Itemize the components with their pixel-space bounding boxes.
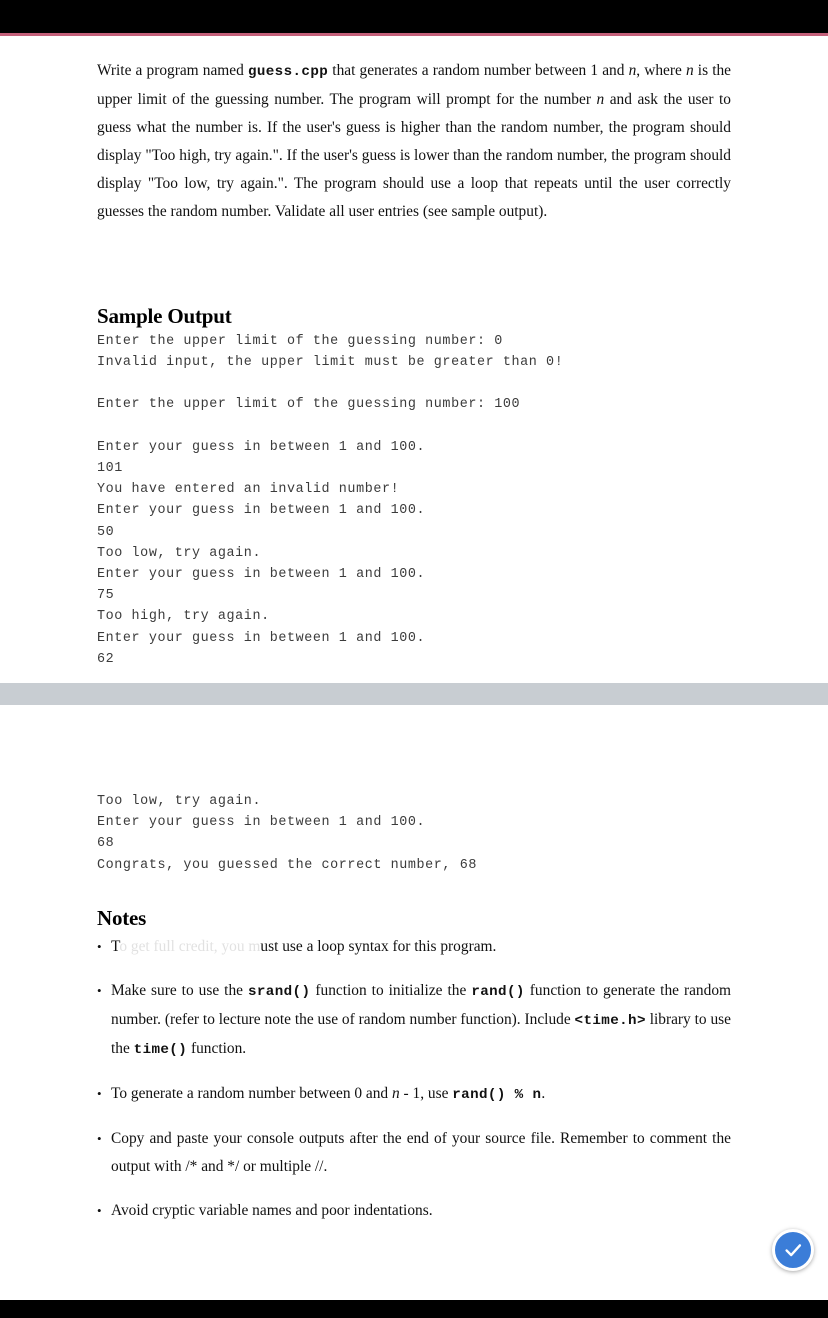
console-line: You have entered an invalid number! [97, 482, 400, 498]
sample-output-console-page2: Too low, try again. Enter your guess in b… [97, 791, 731, 876]
note-text-visible-suffix: ust use a loop syntax for this program. [260, 937, 497, 955]
code-span: time() [133, 1041, 188, 1058]
console-line: 101 [97, 460, 123, 476]
console-line: Enter your guess in between 1 and 100. [97, 439, 426, 455]
note-loop-syntax: To get full credit, you must use a loop … [97, 933, 731, 961]
notes-heading: Notes [97, 905, 147, 930]
note-copy-paste: Copy and paste your console outputs afte… [97, 1125, 731, 1181]
console-line: 62 [97, 651, 115, 667]
console-line: Enter the upper limit of the guessing nu… [97, 397, 521, 413]
code-span: <time.h> [574, 1012, 646, 1029]
page-top-margin [0, 705, 828, 791]
console-line: Congrats, you guessed the correct number… [97, 857, 477, 873]
note-modulo: To generate a random number between 0 an… [97, 1080, 731, 1109]
page-bottom-margin [0, 670, 828, 683]
console-line: Enter your guess in between 1 and 100. [97, 630, 426, 646]
note-srand: Make sure to use the srand() function to… [97, 977, 731, 1064]
code-span: rand() % n [452, 1086, 542, 1103]
sample-output-heading: Sample Output [97, 303, 232, 328]
italic-variable: n [628, 62, 637, 80]
console-line: Enter the upper limit of the guessing nu… [97, 333, 503, 349]
assignment-intro-paragraph: Write a program named guess.cpp that gen… [97, 62, 731, 221]
console-line: 68 [97, 836, 115, 852]
code-span: guess.cpp [247, 64, 329, 81]
italic-variable: n [685, 62, 694, 80]
sample-output-console-page1: Enter the upper limit of the guessing nu… [97, 331, 731, 670]
document-page-1: Write a program named guess.cpp that gen… [0, 51, 828, 670]
document-page-2: Too low, try again. Enter your guess in b… [0, 791, 828, 1225]
window-top-bar [0, 0, 828, 33]
page-separator [0, 683, 828, 705]
document-scroll-area[interactable]: Write a program named guess.cpp that gen… [0, 36, 828, 1300]
console-line: Too low, try again. [97, 794, 262, 809]
note-text-faded: o get full credit, you m [119, 937, 261, 955]
console-line: 75 [97, 588, 115, 604]
console-line: Too high, try again. [97, 609, 270, 625]
code-span: srand() [247, 983, 311, 1000]
note-cryptic-names: Avoid cryptic variable names and poor in… [97, 1197, 731, 1225]
console-line: 50 [97, 524, 115, 540]
console-line: Too low, try again. [97, 545, 262, 561]
console-line: Enter your guess in between 1 and 100. [97, 815, 426, 831]
console-line: Invalid input, the upper limit must be g… [97, 354, 564, 370]
check-icon [782, 1239, 804, 1261]
code-span: rand() [471, 983, 525, 1000]
italic-variable: n [596, 91, 605, 109]
console-line: Enter your guess in between 1 and 100. [97, 503, 426, 519]
italic-variable: n [391, 1084, 400, 1102]
window-bottom-bar [0, 1300, 828, 1318]
done-fab-button[interactable] [772, 1229, 814, 1271]
notes-list: To get full credit, you must use a loop … [97, 933, 731, 1225]
console-line: Enter your guess in between 1 and 100. [97, 566, 426, 582]
